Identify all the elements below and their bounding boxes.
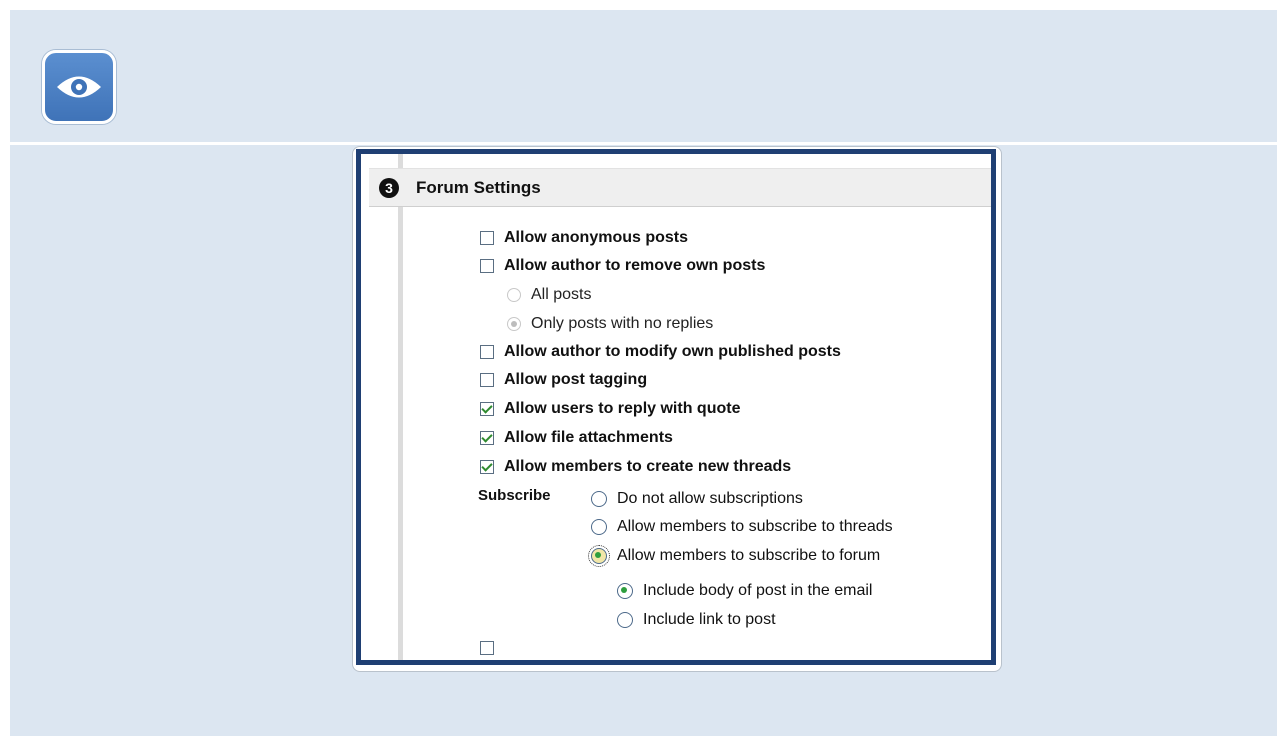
email-body-label: Include body of post in the email (643, 582, 873, 599)
slide-background: 3 Forum Settings Allow anonymous posts A… (10, 10, 1277, 736)
option-new-threads[interactable]: Allow members to create new threads (480, 458, 791, 476)
file-attachments-label: Allow file attachments (504, 429, 673, 446)
anonymous-label: Allow anonymous posts (504, 229, 689, 246)
subscribe-option-none[interactable]: Do not allow subscriptions (591, 490, 803, 508)
subscribe-none-radio[interactable] (591, 491, 607, 507)
forum-settings-panel: 3 Forum Settings Allow anonymous posts A… (356, 149, 996, 665)
subscribe-option-forum[interactable]: Allow members to subscribe to forum (588, 545, 881, 567)
option-file-attachments[interactable]: Allow file attachments (480, 429, 673, 447)
modify-own-label: Allow author to modify own published pos… (504, 343, 841, 360)
subscribe-option-threads[interactable]: Allow members to subscribe to threads (591, 518, 893, 536)
email-option-link[interactable]: Include link to post (617, 611, 776, 629)
file-attachments-checkbox[interactable] (480, 431, 494, 445)
option-modify-own[interactable]: Allow author to modify own published pos… (480, 343, 841, 361)
remove-own-checkbox[interactable] (480, 259, 494, 273)
subscribe-forum-label: Allow members to subscribe to forum (617, 547, 881, 564)
email-body-radio[interactable] (617, 583, 633, 599)
header-divider (10, 142, 1277, 145)
new-threads-label: Allow members to create new threads (504, 458, 792, 475)
subscribe-forum-radio[interactable] (588, 545, 610, 567)
email-link-radio[interactable] (617, 612, 633, 628)
remove-all-posts-label: All posts (531, 286, 592, 303)
option-anonymous[interactable]: Allow anonymous posts (480, 229, 688, 247)
post-tagging-label: Allow post tagging (504, 371, 648, 388)
remove-all-posts-radio (507, 288, 521, 302)
anonymous-checkbox[interactable] (480, 231, 494, 245)
modify-own-checkbox[interactable] (480, 345, 494, 359)
subscribe-threads-label: Allow members to subscribe to threads (617, 518, 893, 535)
option-reply-quote[interactable]: Allow users to reply with quote (480, 400, 740, 418)
panel-left-rule (398, 154, 403, 660)
reply-quote-checkbox[interactable] (480, 402, 494, 416)
subscribe-label-row: Subscribe (478, 487, 551, 504)
option-post-tagging[interactable]: Allow post tagging (480, 371, 647, 389)
option-remove-no-replies: Only posts with no replies (507, 315, 713, 333)
email-link-label: Include link to post (643, 611, 776, 628)
cut-off-checkbox[interactable] (480, 641, 494, 655)
cut-off-option[interactable] (480, 641, 504, 655)
remove-own-label: Allow author to remove own posts (504, 257, 766, 274)
email-option-body[interactable]: Include body of post in the email (617, 582, 872, 600)
subscribe-threads-radio[interactable] (591, 519, 607, 535)
step-number-badge: 3 (379, 177, 399, 198)
section-header: 3 Forum Settings (369, 168, 991, 207)
subscribe-label: Subscribe (478, 487, 551, 504)
subscribe-none-label: Do not allow subscriptions (617, 490, 803, 507)
remove-no-replies-radio (507, 317, 521, 331)
new-threads-checkbox[interactable] (480, 460, 494, 474)
eye-icon[interactable] (42, 50, 116, 124)
option-remove-all-posts: All posts (507, 286, 591, 304)
remove-no-replies-label: Only posts with no replies (531, 315, 714, 332)
reply-quote-label: Allow users to reply with quote (504, 400, 741, 417)
post-tagging-checkbox[interactable] (480, 373, 494, 387)
option-remove-own[interactable]: Allow author to remove own posts (480, 257, 765, 275)
section-title: Forum Settings (416, 177, 541, 197)
